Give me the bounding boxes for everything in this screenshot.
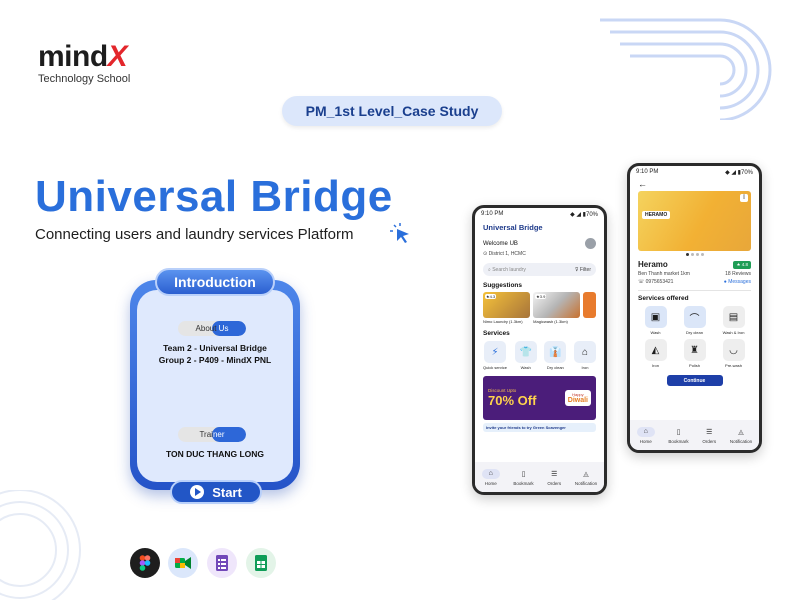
avatar[interactable] [585,238,596,249]
shop-name: Heramo [638,260,668,269]
service-wash-iron[interactable]: ▤ Wash & Iron [716,306,751,335]
shirt-icon: 👕 [514,341,537,363]
intro-header: Introduction [155,268,275,296]
nav-bookmark[interactable]: ▯ Bookmark [513,469,533,486]
service-wash[interactable]: 👕 Wash [514,341,537,370]
iron-icon: ◭ [644,339,667,361]
shop-image: HERAMO ▯ [638,191,751,251]
list-icon: ☰ [551,470,558,478]
service-polish[interactable]: ♜ Polish [677,339,712,368]
team-info: Team 2 - Universal Bridge Group 2 - P409… [158,343,272,365]
about-us-pill: About Us [178,321,246,336]
google-sheets-icon [246,548,276,578]
bookmark-icon: ▯ [676,428,681,436]
bottom-nav: ⌂ Home ▯ Bookmark ☰ Orders ◬ Notification [475,462,604,492]
messages-link[interactable]: ● Messages [724,279,751,285]
rating-badge: ★ 4.8 [733,260,751,269]
app-title: Universal Bridge [483,223,543,232]
service-iron[interactable]: ⌂ Iron [573,341,596,370]
bell-icon: ◬ [583,470,589,478]
basin-icon: ◡ [722,339,745,361]
status-bar: 9:10 PM ◆ ◢ ▮70% [636,169,753,176]
search-bar[interactable]: ⌕ Search laundry ⊽ Filter [483,263,596,276]
filter-icon[interactable]: ⊽ Filter [575,267,591,273]
page-subtitle: Connecting users and laundry services Pl… [35,226,354,243]
nav-bookmark[interactable]: ▯ Bookmark [668,427,688,444]
suggestions-label: Suggestions [483,282,523,289]
status-bar: 9:10 PM ◆ ◢ ▮70% [481,211,598,218]
reviews-count: 18 Reviews [725,271,751,277]
washer-icon: ▣ [644,306,667,328]
bottom-nav: ⌂ Home ▯ Bookmark ☰ Orders ◬ Notification [630,420,759,450]
page-title: Universal Bridge [35,172,393,221]
phone-detail-screen: 9:10 PM ◆ ◢ ▮70% ← HERAMO ▯ Heramo ★ 4.8… [627,163,762,453]
service-dry-clean[interactable]: 👔 Dry clean [544,341,567,370]
list-icon: ☰ [706,428,713,436]
case-study-badge: PM_1st Level_Case Study [282,96,502,126]
home-icon: ⌂ [481,468,500,479]
home-icon: ⌂ [636,426,655,437]
mindx-logo: mindX Technology School [38,40,131,86]
play-icon [190,485,205,499]
shop-sign: HERAMO [642,211,671,219]
logo-tagline: Technology School [38,73,131,85]
bookmark-icon[interactable]: ▯ [740,194,748,202]
google-forms-icon [207,548,237,578]
shop-address: Ben Thanh market 1km [638,271,690,277]
decorative-arcs [600,18,772,120]
lightning-icon: ⚡ [484,341,506,363]
shop-phone[interactable]: ☏ 0975653421 [638,279,673,285]
service-dry-clean[interactable]: ⌒ Dry clean [677,306,712,335]
location-text: ⊙ District 1, HCMC [483,251,526,257]
bookmark-icon: ▯ [521,470,526,478]
iron-icon: ⌂ [573,341,596,363]
service-quick[interactable]: ⚡ Quick service [483,341,507,370]
services-grid: ⚡ Quick service 👕 Wash 👔 Dry clean ⌂ Iron [483,341,596,370]
services-offered-label: Services offered [638,290,751,302]
invite-banner[interactable]: Invite your friends to try Green Scaveng… [483,423,596,432]
welcome-text: Welcome UB [483,240,518,247]
nav-home[interactable]: ⌂ Home [481,468,500,486]
decorative-rings [0,490,81,600]
cursor-click-icon [390,223,409,243]
continue-button[interactable]: Continue [666,375,723,386]
nav-orders[interactable]: ☰ Orders [702,427,716,444]
nav-orders[interactable]: ☰ Orders [547,469,561,486]
google-meet-icon [168,548,198,578]
service-wash[interactable]: ▣ Wash [638,306,673,335]
start-button[interactable]: Start [170,480,262,504]
trainer-name: TON DUC THANG LONG [165,449,265,459]
suggestions-list: ★4.3 Nimo Laundry (1.3km) ★3.9 Magicwash… [483,292,596,324]
nav-notification[interactable]: ◬ Notification [730,427,752,444]
bell-icon: ◬ [738,428,744,436]
trainer-pill: Trainer [178,427,246,442]
suggestion-card[interactable]: ★4.3 Nimo Laundry (1.3km) [483,292,531,324]
nav-home[interactable]: ⌂ Home [636,426,655,444]
services-label: Services [483,330,510,337]
nav-notification[interactable]: ◬ Notification [575,469,597,486]
phone-home-screen: 9:10 PM ◆ ◢ ▮70% Universal Bridge Welcom… [472,205,607,495]
polish-icon: ♜ [683,339,706,361]
services-grid: ▣ Wash ⌒ Dry clean ▤ Wash & Iron ◭ Iron ♜ Pol… [638,306,751,368]
tshirt-icon: 👔 [544,341,567,363]
service-pre-wash[interactable]: ◡ Pre-wash [716,339,751,368]
logo-wordmark: mindX [38,40,128,73]
figma-icon [130,548,160,578]
promo-banner[interactable]: Discount Upto 70% Off Happy Diwali [483,376,596,420]
hanger-icon: ⌒ [683,306,706,328]
service-iron[interactable]: ◭ Iron [638,339,673,368]
back-arrow-icon[interactable]: ← [630,179,759,189]
suggestion-card[interactable]: ★3.9 Magicwash (1.3km) [533,292,581,324]
folded-clothes-icon: ▤ [722,306,745,328]
